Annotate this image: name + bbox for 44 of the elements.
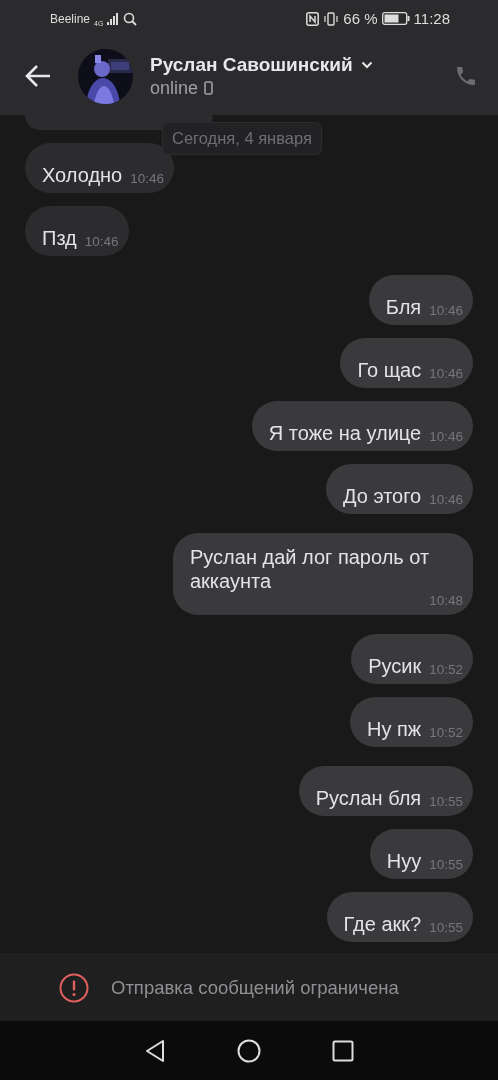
message-text: Руслан бля	[315, 786, 422, 810]
phone-device-icon	[204, 81, 214, 95]
clock-time: 11:28	[413, 10, 450, 27]
message-time: 10:48	[428, 593, 463, 609]
message-text: Холодно	[42, 163, 123, 187]
message-text: Бля	[385, 295, 422, 319]
message-text: До этого	[342, 484, 422, 508]
message-time: 10:52	[428, 662, 463, 678]
battery-icon	[381, 12, 410, 25]
vibrate-icon	[323, 11, 340, 26]
restriction-notice: Отправка сообщений ограничена	[111, 977, 399, 999]
warning-icon	[59, 973, 89, 1003]
message-time: 10:46	[428, 366, 463, 382]
contact-name: Руслан Савошинский	[150, 53, 353, 76]
message-time: 10:46	[83, 234, 119, 250]
message-text: Пзд	[42, 226, 77, 250]
message-time: 10:46	[428, 429, 463, 445]
message-time: 10:46	[129, 171, 164, 187]
message-text: Ну пж	[367, 717, 422, 741]
message-text: Руслан дай лог пароль от аккаунта	[190, 545, 431, 593]
message-text: Русик	[368, 654, 422, 678]
message-time: 10:46	[428, 492, 463, 508]
call-button[interactable]	[454, 64, 478, 88]
message-time: 10:52	[428, 725, 463, 741]
back-button[interactable]	[24, 64, 52, 88]
search-icon	[123, 11, 138, 26]
carrier-name: Beeline	[50, 11, 91, 26]
message-text: Нуу	[386, 849, 422, 873]
online-status: online	[150, 77, 199, 99]
home-button[interactable]	[237, 1038, 261, 1063]
back-nav-button[interactable]	[144, 1038, 166, 1063]
message-time: 10:46	[428, 303, 463, 319]
nfc-icon	[306, 11, 320, 26]
message-text: Где акк?	[343, 912, 422, 936]
date-separator: Сегодня, 4 января	[162, 122, 322, 155]
battery-percent: 66 %	[343, 10, 378, 27]
signal-icon	[107, 12, 120, 25]
message-time: 10:55	[428, 857, 463, 873]
message-time: 10:55	[428, 794, 463, 810]
message-text: Я тоже на улице	[268, 421, 422, 445]
recents-button[interactable]	[332, 1039, 354, 1062]
message-time: 10:55	[428, 920, 463, 936]
message-text: Го щас	[357, 358, 422, 382]
chevron-down-icon[interactable]	[360, 60, 373, 69]
